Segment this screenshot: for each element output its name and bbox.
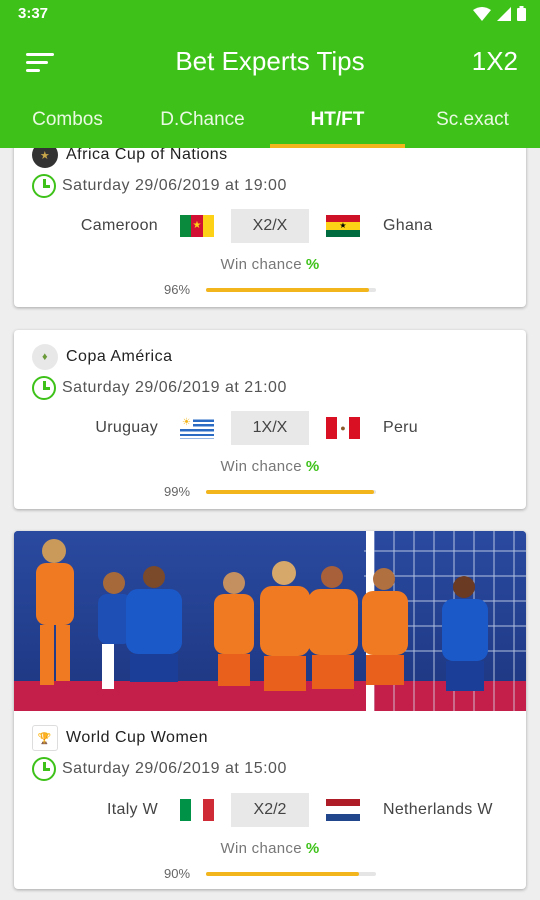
league-row: ★ Africa Cup of Nations xyxy=(32,148,228,168)
tip-box: X2/2 xyxy=(231,793,309,827)
win-percent: 99% xyxy=(164,484,191,499)
match-card[interactable]: ★ Africa Cup of Nations Saturday 29/06/2… xyxy=(14,148,526,307)
match-datetime: Saturday 29/06/2019 at 19:00 xyxy=(62,177,287,194)
match-datetime-row: Saturday 29/06/2019 at 15:00 xyxy=(32,757,287,781)
away-team: Netherlands W xyxy=(383,801,493,818)
uruguay-flag-icon: ☀ xyxy=(180,417,214,439)
clock-icon xyxy=(32,376,56,400)
win-progress-bar xyxy=(206,490,376,494)
match-photo xyxy=(14,531,526,711)
status-icons xyxy=(473,6,526,21)
win-chance-text: Win chance xyxy=(220,840,302,857)
win-chance-percent-sign: % xyxy=(305,458,320,475)
wifi-icon xyxy=(473,6,491,21)
win-progress-fill xyxy=(206,288,370,292)
clock-icon xyxy=(32,174,56,198)
league-name: World Cup Women xyxy=(66,729,209,746)
away-team: Peru xyxy=(383,419,418,436)
home-team: Uruguay xyxy=(95,419,158,436)
battery-icon xyxy=(517,6,526,21)
copa-america-logo-icon: ♦ xyxy=(32,344,58,370)
win-chance-label: Win chance% xyxy=(14,458,526,475)
world-cup-women-logo-icon: 🏆 xyxy=(32,725,58,751)
tip-box: X2/X xyxy=(231,209,309,243)
league-row: 🏆 World Cup Women xyxy=(32,725,208,751)
tab-ht-ft[interactable]: HT/FT xyxy=(270,100,405,148)
match-datetime-row: Saturday 29/06/2019 at 19:00 xyxy=(32,174,287,198)
match-list: ★ Africa Cup of Nations Saturday 29/06/2… xyxy=(0,148,540,900)
league-name: Copa América xyxy=(66,348,173,365)
win-progress-fill xyxy=(206,490,375,494)
home-team: Italy W xyxy=(107,801,158,818)
status-time: 3:37 xyxy=(18,5,49,22)
tip-box: 1X/X xyxy=(231,411,309,445)
win-chance-percent-sign: % xyxy=(305,840,320,857)
win-progress-bar xyxy=(206,288,376,292)
win-percent: 96% xyxy=(164,282,191,297)
win-progress-fill xyxy=(206,872,359,876)
afcon-logo-icon: ★ xyxy=(32,148,58,168)
tab-bar: Combos D.Chance HT/FT Sc.exact xyxy=(0,100,540,148)
home-team: Cameroon xyxy=(80,217,158,234)
cameroon-flag-icon: ★ xyxy=(180,215,214,237)
clock-icon xyxy=(32,757,56,781)
signal-icon xyxy=(497,6,511,21)
win-progress-bar xyxy=(206,872,376,876)
win-chance-text: Win chance xyxy=(220,458,302,475)
win-chance-label: Win chance% xyxy=(14,840,526,857)
match-card[interactable]: ♦ Copa América Saturday 29/06/2019 at 21… xyxy=(14,330,526,509)
win-chance-percent-sign: % xyxy=(305,256,320,273)
tab-score-exact[interactable]: Sc.exact xyxy=(405,100,540,148)
match-card[interactable]: 🏆 World Cup Women Saturday 29/06/2019 at… xyxy=(14,531,526,889)
players-image xyxy=(14,531,526,711)
match-datetime-row: Saturday 29/06/2019 at 21:00 xyxy=(32,376,287,400)
win-chance-label: Win chance% xyxy=(14,256,526,273)
tab-combos[interactable]: Combos xyxy=(0,100,135,148)
away-team: Ghana xyxy=(383,217,433,234)
win-percent: 90% xyxy=(164,866,191,881)
netherlands-flag-icon xyxy=(326,799,360,821)
app-title: Bet Experts Tips xyxy=(175,46,365,76)
tab-double-chance[interactable]: D.Chance xyxy=(135,100,270,148)
league-row: ♦ Copa América xyxy=(32,344,173,370)
match-datetime: Saturday 29/06/2019 at 21:00 xyxy=(62,379,287,396)
app-bar: Bet Experts Tips 1X2 xyxy=(0,28,540,100)
italy-flag-icon xyxy=(180,799,214,821)
status-bar: 3:37 xyxy=(0,0,540,28)
ghana-flag-icon: ★ xyxy=(326,215,360,237)
market-1x2-button[interactable]: 1X2 xyxy=(472,46,518,77)
match-datetime: Saturday 29/06/2019 at 15:00 xyxy=(62,760,287,777)
win-chance-text: Win chance xyxy=(220,256,302,273)
peru-flag-icon: ● xyxy=(326,417,360,439)
league-name: Africa Cup of Nations xyxy=(66,148,228,163)
